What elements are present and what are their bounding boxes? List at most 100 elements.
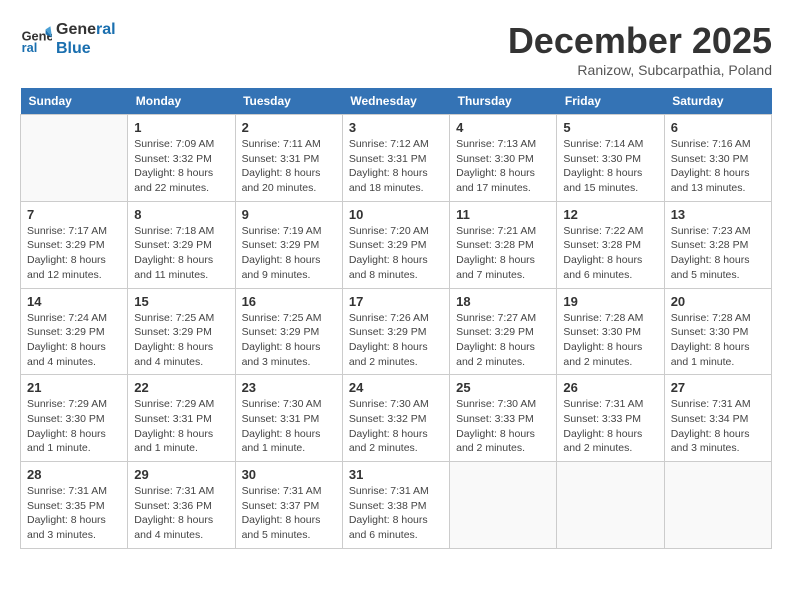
calendar-cell [450, 462, 557, 549]
day-number: 17 [349, 294, 443, 309]
calendar-cell: 6 Sunrise: 7:16 AMSunset: 3:30 PMDaylight… [664, 115, 771, 202]
calendar-cell: 11 Sunrise: 7:21 AMSunset: 3:28 PMDayligh… [450, 201, 557, 288]
calendar-cell [21, 115, 128, 202]
calendar-cell: 17 Sunrise: 7:26 AMSunset: 3:29 PMDayligh… [342, 288, 449, 375]
day-info: Sunrise: 7:25 AMSunset: 3:29 PMDaylight:… [134, 311, 228, 370]
calendar-cell: 23 Sunrise: 7:30 AMSunset: 3:31 PMDayligh… [235, 375, 342, 462]
weekday-header-thursday: Thursday [450, 88, 557, 115]
calendar-cell [664, 462, 771, 549]
day-number: 1 [134, 120, 228, 135]
day-info: Sunrise: 7:25 AMSunset: 3:29 PMDaylight:… [242, 311, 336, 370]
day-info: Sunrise: 7:23 AMSunset: 3:28 PMDaylight:… [671, 224, 765, 283]
day-info: Sunrise: 7:21 AMSunset: 3:28 PMDaylight:… [456, 224, 550, 283]
calendar-cell: 21 Sunrise: 7:29 AMSunset: 3:30 PMDayligh… [21, 375, 128, 462]
calendar-cell: 9Sunrise: 7:19 AMSunset: 3:29 PMDaylight… [235, 201, 342, 288]
calendar-cell: 15 Sunrise: 7:25 AMSunset: 3:29 PMDayligh… [128, 288, 235, 375]
day-number: 10 [349, 207, 443, 222]
logo-text2: Blue [56, 39, 116, 58]
day-number: 15 [134, 294, 228, 309]
day-number: 3 [349, 120, 443, 135]
day-number: 30 [242, 467, 336, 482]
svg-text:ral: ral [22, 40, 38, 55]
day-number: 12 [563, 207, 657, 222]
day-info: Sunrise: 7:31 AMSunset: 3:38 PMDaylight:… [349, 484, 443, 543]
page-header: Gene ral General Blue December 2025 Rani… [20, 20, 772, 78]
calendar-week-5: 28 Sunrise: 7:31 AMSunset: 3:35 PMDayligh… [21, 462, 772, 549]
calendar-cell: 19Sunrise: 7:28 AMSunset: 3:30 PMDayligh… [557, 288, 664, 375]
day-info: Sunrise: 7:29 AMSunset: 3:30 PMDaylight:… [27, 397, 121, 456]
day-info: Sunrise: 7:17 AMSunset: 3:29 PMDaylight:… [27, 224, 121, 283]
day-info: Sunrise: 7:27 AMSunset: 3:29 PMDaylight:… [456, 311, 550, 370]
day-number: 5 [563, 120, 657, 135]
day-number: 25 [456, 380, 550, 395]
day-info: Sunrise: 7:31 AMSunset: 3:36 PMDaylight:… [134, 484, 228, 543]
day-number: 9 [242, 207, 336, 222]
day-number: 16 [242, 294, 336, 309]
day-info: Sunrise: 7:30 AMSunset: 3:31 PMDaylight:… [242, 397, 336, 456]
calendar-cell: 10Sunrise: 7:20 AMSunset: 3:29 PMDayligh… [342, 201, 449, 288]
calendar-cell: 14 Sunrise: 7:24 AMSunset: 3:29 PMDayligh… [21, 288, 128, 375]
calendar-week-1: 1Sunrise: 7:09 AMSunset: 3:32 PMDaylight… [21, 115, 772, 202]
weekday-header-row: SundayMondayTuesdayWednesdayThursdayFrid… [21, 88, 772, 115]
day-number: 20 [671, 294, 765, 309]
day-number: 27 [671, 380, 765, 395]
day-info: Sunrise: 7:30 AMSunset: 3:33 PMDaylight:… [456, 397, 550, 456]
day-info: Sunrise: 7:11 AMSunset: 3:31 PMDaylight:… [242, 137, 336, 196]
location-subtitle: Ranizow, Subcarpathia, Poland [508, 62, 772, 78]
calendar-cell: 18 Sunrise: 7:27 AMSunset: 3:29 PMDayligh… [450, 288, 557, 375]
day-number: 28 [27, 467, 121, 482]
day-number: 23 [242, 380, 336, 395]
calendar-cell [557, 462, 664, 549]
day-number: 13 [671, 207, 765, 222]
calendar-cell: 13 Sunrise: 7:23 AMSunset: 3:28 PMDayligh… [664, 201, 771, 288]
weekday-header-tuesday: Tuesday [235, 88, 342, 115]
day-number: 21 [27, 380, 121, 395]
calendar-week-2: 7 Sunrise: 7:17 AMSunset: 3:29 PMDaylight… [21, 201, 772, 288]
day-info: Sunrise: 7:12 AMSunset: 3:31 PMDaylight:… [349, 137, 443, 196]
calendar-cell: 30Sunrise: 7:31 AMSunset: 3:37 PMDayligh… [235, 462, 342, 549]
day-number: 2 [242, 120, 336, 135]
day-number: 22 [134, 380, 228, 395]
calendar-week-4: 21 Sunrise: 7:29 AMSunset: 3:30 PMDayligh… [21, 375, 772, 462]
day-number: 24 [349, 380, 443, 395]
day-info: Sunrise: 7:28 AMSunset: 3:30 PMDaylight:… [671, 311, 765, 370]
calendar-table: SundayMondayTuesdayWednesdayThursdayFrid… [20, 88, 772, 549]
day-info: Sunrise: 7:18 AMSunset: 3:29 PMDaylight:… [134, 224, 228, 283]
day-number: 14 [27, 294, 121, 309]
calendar-cell: 3 Sunrise: 7:12 AMSunset: 3:31 PMDaylight… [342, 115, 449, 202]
calendar-cell: 31 Sunrise: 7:31 AMSunset: 3:38 PMDayligh… [342, 462, 449, 549]
day-info: Sunrise: 7:31 AMSunset: 3:35 PMDaylight:… [27, 484, 121, 543]
day-number: 29 [134, 467, 228, 482]
calendar-cell: 27 Sunrise: 7:31 AMSunset: 3:34 PMDayligh… [664, 375, 771, 462]
calendar-cell: 7 Sunrise: 7:17 AMSunset: 3:29 PMDaylight… [21, 201, 128, 288]
logo-icon: Gene ral [20, 23, 52, 55]
day-info: Sunrise: 7:31 AMSunset: 3:34 PMDaylight:… [671, 397, 765, 456]
calendar-cell: 16 Sunrise: 7:25 AMSunset: 3:29 PMDayligh… [235, 288, 342, 375]
day-info: Sunrise: 7:14 AMSunset: 3:30 PMDaylight:… [563, 137, 657, 196]
calendar-week-3: 14 Sunrise: 7:24 AMSunset: 3:29 PMDayligh… [21, 288, 772, 375]
day-number: 18 [456, 294, 550, 309]
day-info: Sunrise: 7:13 AMSunset: 3:30 PMDaylight:… [456, 137, 550, 196]
calendar-cell: 22Sunrise: 7:29 AMSunset: 3:31 PMDayligh… [128, 375, 235, 462]
day-number: 26 [563, 380, 657, 395]
weekday-header-wednesday: Wednesday [342, 88, 449, 115]
month-title: December 2025 [508, 20, 772, 62]
calendar-cell: 5 Sunrise: 7:14 AMSunset: 3:30 PMDaylight… [557, 115, 664, 202]
calendar-cell: 26Sunrise: 7:31 AMSunset: 3:33 PMDayligh… [557, 375, 664, 462]
day-number: 6 [671, 120, 765, 135]
calendar-cell: 1Sunrise: 7:09 AMSunset: 3:32 PMDaylight… [128, 115, 235, 202]
day-info: Sunrise: 7:24 AMSunset: 3:29 PMDaylight:… [27, 311, 121, 370]
day-number: 31 [349, 467, 443, 482]
logo: Gene ral General Blue [20, 20, 116, 58]
day-number: 11 [456, 207, 550, 222]
calendar-cell: 4Sunrise: 7:13 AMSunset: 3:30 PMDaylight… [450, 115, 557, 202]
day-number: 8 [134, 207, 228, 222]
day-info: Sunrise: 7:16 AMSunset: 3:30 PMDaylight:… [671, 137, 765, 196]
calendar-cell: 24Sunrise: 7:30 AMSunset: 3:32 PMDayligh… [342, 375, 449, 462]
weekday-header-friday: Friday [557, 88, 664, 115]
weekday-header-monday: Monday [128, 88, 235, 115]
calendar-cell: 12Sunrise: 7:22 AMSunset: 3:28 PMDayligh… [557, 201, 664, 288]
day-number: 7 [27, 207, 121, 222]
calendar-cell: 20 Sunrise: 7:28 AMSunset: 3:30 PMDayligh… [664, 288, 771, 375]
day-info: Sunrise: 7:26 AMSunset: 3:29 PMDaylight:… [349, 311, 443, 370]
